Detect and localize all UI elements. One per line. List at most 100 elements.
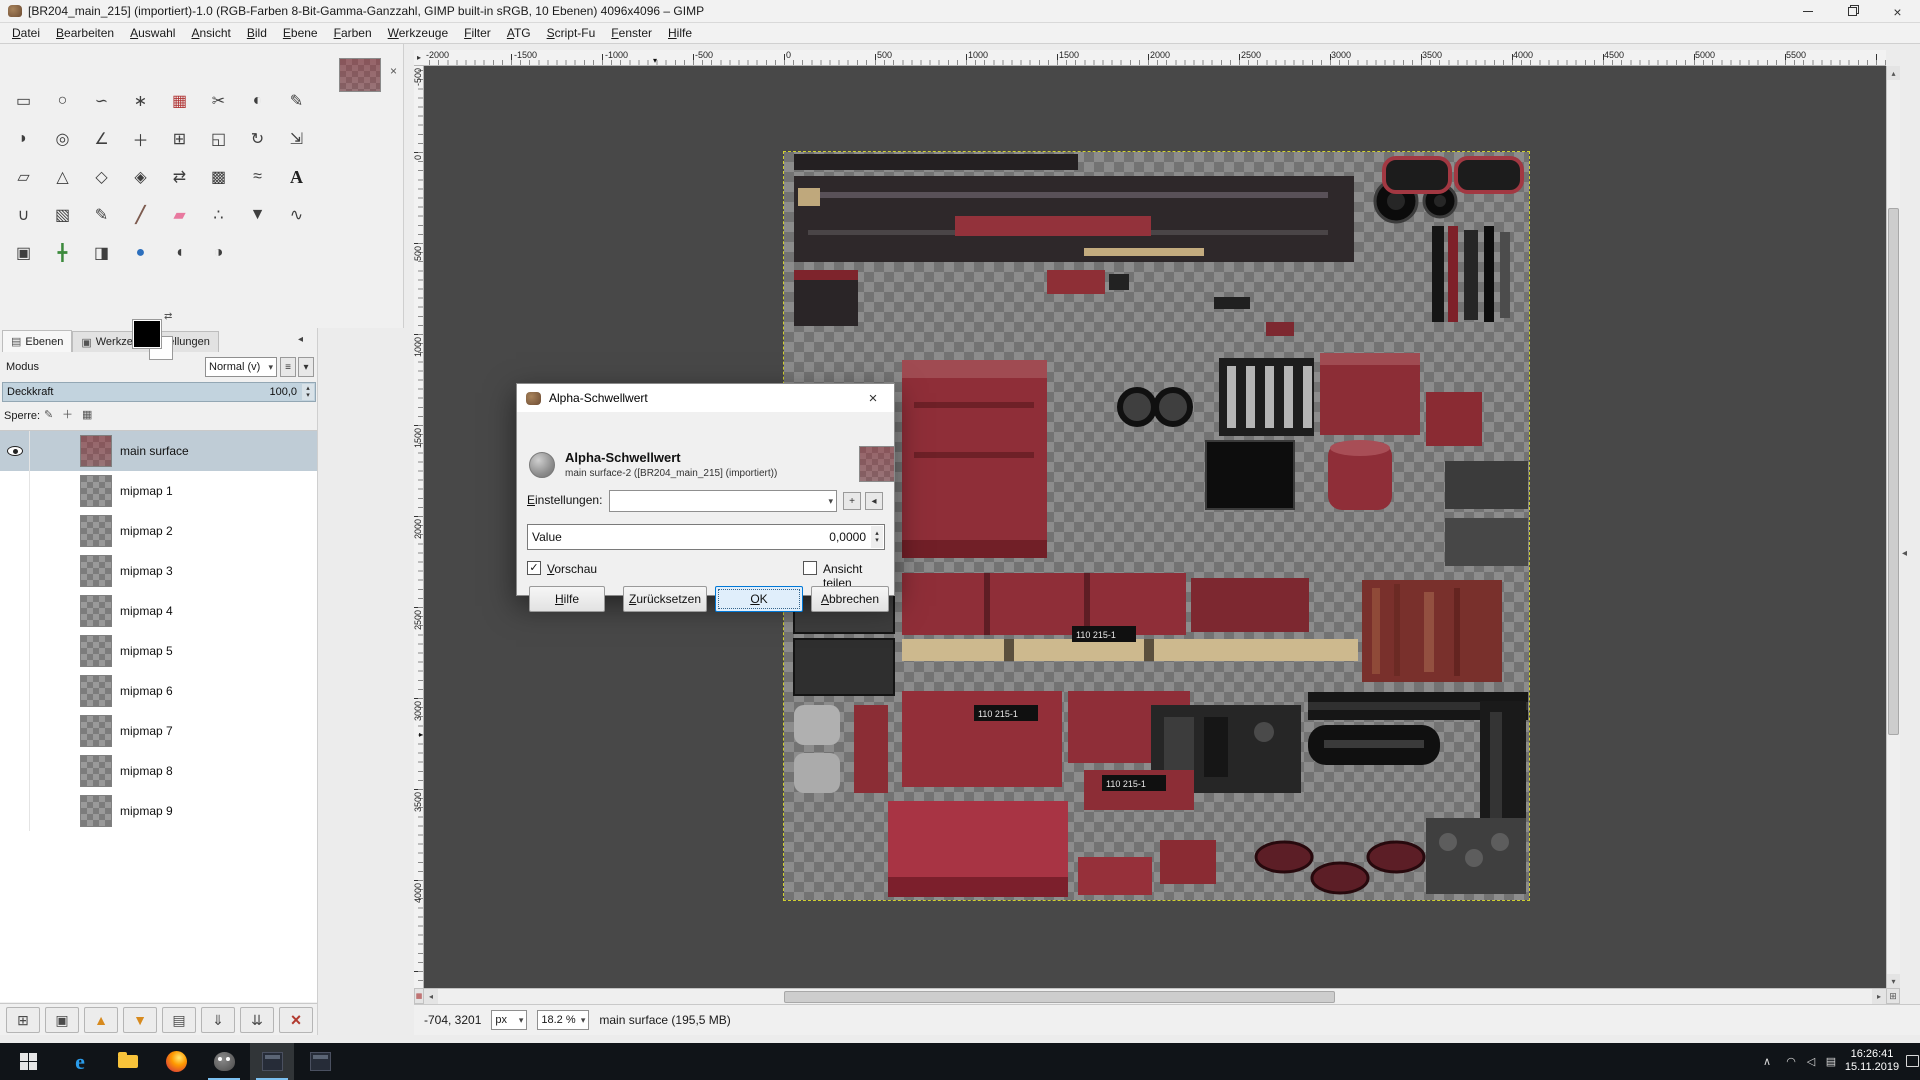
lock-pixels-icon[interactable]: ✎ — [44, 410, 53, 420]
tray-input-icon[interactable]: ▤ — [1822, 1043, 1840, 1080]
tool-perspective[interactable]: △ — [43, 158, 82, 196]
tool-eraser[interactable]: ▰ — [160, 196, 199, 234]
mode-dropdown-button[interactable]: ▾ — [298, 357, 314, 377]
menu-fenster[interactable]: Fenster — [603, 24, 660, 42]
tool-scale[interactable]: ⇲ — [277, 120, 316, 158]
dialog-title-bar[interactable]: Alpha-Schwellwert — [517, 384, 894, 412]
tool-rotate[interactable]: ↻ — [238, 120, 277, 158]
layer-visibility-toggle[interactable] — [0, 791, 30, 831]
settings-combo[interactable]: ▾ — [609, 490, 837, 512]
notification-center-icon[interactable] — [1906, 1055, 1919, 1067]
tool-zoom[interactable]: ◎ — [43, 120, 82, 158]
swap-colors-icon[interactable]: ⇄ — [164, 312, 172, 322]
dock-collapse-right-icon[interactable]: ◂ — [1902, 548, 1907, 559]
maximize-button[interactable] — [1830, 0, 1875, 23]
layer-visibility-toggle[interactable] — [0, 471, 30, 511]
tool-cage-transform[interactable]: ▩ — [199, 158, 238, 196]
layer-visibility-toggle[interactable] — [0, 511, 30, 551]
raise-layer-button[interactable]: ▲ — [84, 1007, 118, 1033]
layer-row-mipmap-7[interactable]: mipmap 7 — [0, 711, 317, 751]
scroll-right-icon[interactable]: ▸ — [1872, 989, 1886, 1004]
tool-gradient[interactable]: ▧ — [43, 196, 82, 234]
tool-shear[interactable]: ▱ — [4, 158, 43, 196]
tool-color-picker[interactable]: ◗ — [4, 120, 43, 158]
layer-row-mipmap-3[interactable]: mipmap 3 — [0, 551, 317, 591]
tray-volume-icon[interactable]: ◁ — [1802, 1043, 1820, 1080]
tool-ink[interactable]: ▼ — [238, 196, 277, 234]
tool-pencil[interactable]: ✎ — [82, 196, 121, 234]
value-spinscale[interactable]: Value 0,0000 ▴▾ — [527, 524, 885, 550]
tool-crop[interactable]: ◱ — [199, 120, 238, 158]
zoom-combo[interactable]: 18.2 % ▾ — [537, 1010, 589, 1030]
horizontal-ruler[interactable]: -2000 -1500 -1000 -500 0 500 1000 1500 2… — [424, 50, 1886, 66]
layer-visibility-toggle[interactable] — [0, 711, 30, 751]
tray-chevron-icon[interactable]: ∧ — [1758, 1043, 1776, 1080]
tool-paths[interactable]: ✎ — [277, 82, 316, 120]
anchor-layer-button[interactable]: ⇓ — [201, 1007, 235, 1033]
scroll-up-icon[interactable]: ▴ — [1887, 66, 1900, 80]
lock-alpha-icon[interactable]: ▦ — [82, 410, 92, 420]
tool-handle-transform[interactable]: ◈ — [121, 158, 160, 196]
tool-paintbrush[interactable]: ╱ — [121, 196, 160, 234]
tool-fuzzy-select[interactable]: ∗ — [121, 82, 160, 120]
tool-ellipse-select[interactable]: ○ — [43, 82, 82, 120]
menu-werkzeuge[interactable]: Werkzeuge — [380, 24, 456, 42]
image-thumbnail[interactable] — [339, 58, 381, 92]
taskbar-explorer-button[interactable] — [106, 1043, 150, 1080]
menu-filter[interactable]: Filter — [456, 24, 499, 42]
help-button[interactable]: Hilfe — [529, 586, 605, 612]
start-button[interactable] — [6, 1043, 50, 1080]
menu-atg[interactable]: ATG — [499, 24, 539, 42]
merge-down-button[interactable]: ⇊ — [240, 1007, 274, 1033]
taskbar-clock[interactable]: 16:26:41 15.11.2019 — [1840, 1048, 1904, 1074]
tool-unified-transform[interactable]: ◇ — [82, 158, 121, 196]
unit-combo[interactable]: px ▾ — [491, 1010, 527, 1030]
layer-visibility-toggle[interactable] — [0, 671, 30, 711]
menu-hilfe[interactable]: Hilfe — [660, 24, 700, 42]
menu-auswahl[interactable]: Auswahl — [122, 24, 183, 42]
close-button[interactable]: × — [1875, 0, 1920, 23]
layer-visibility-toggle[interactable] — [0, 631, 30, 671]
value-field[interactable]: 0,0000 — [829, 530, 866, 544]
menu-bild[interactable]: Bild — [239, 24, 275, 42]
horizontal-scroll-thumb[interactable] — [784, 991, 1335, 1003]
layer-mode-combo[interactable]: Normal (v) ▾ — [205, 357, 277, 377]
split-view-checkbox[interactable] — [803, 561, 817, 575]
opacity-spinner[interactable]: ▴▾ — [302, 384, 314, 400]
tool-scissors-select[interactable]: ✂ — [199, 82, 238, 120]
layer-row-mipmap-5[interactable]: mipmap 5 — [0, 631, 317, 671]
tool-blur-sharpen[interactable]: ● — [121, 234, 160, 272]
cancel-button[interactable]: Abbrechen — [811, 586, 889, 612]
layer-visibility-toggle[interactable] — [0, 431, 30, 471]
tool-align[interactable]: ⊞ — [160, 120, 199, 158]
tool-bucket-fill[interactable]: ∪ — [4, 196, 43, 234]
layer-visibility-toggle[interactable] — [0, 751, 30, 791]
menu-farben[interactable]: Farben — [326, 24, 380, 42]
taskbar-firefox-button[interactable] — [154, 1043, 198, 1080]
menu-ansicht[interactable]: Ansicht — [183, 24, 238, 42]
layer-row-mipmap-9[interactable]: mipmap 9 — [0, 791, 317, 831]
tool-mypaint-brush[interactable]: ∿ — [277, 196, 316, 234]
duplicate-layer-button[interactable]: ▤ — [162, 1007, 196, 1033]
scroll-left-icon[interactable]: ◂ — [424, 989, 438, 1004]
delete-layer-button[interactable]: × — [279, 1007, 313, 1033]
tab-ebenen[interactable]: ▤ Ebenen — [2, 330, 72, 352]
new-layer-button[interactable]: ⊞ — [6, 1007, 40, 1033]
tool-flip[interactable]: ⇄ — [160, 158, 199, 196]
quickmask-toggle[interactable]: ▦ — [414, 988, 424, 1004]
vertical-scrollbar[interactable]: ▴ ▾ — [1886, 66, 1900, 988]
menu-bearbeiten[interactable]: Bearbeiten — [48, 24, 122, 42]
foreground-color-swatch[interactable] — [133, 320, 161, 348]
new-group-button[interactable]: ▣ — [45, 1007, 79, 1033]
reset-button[interactable]: Zurücksetzen — [623, 586, 707, 612]
lock-position-icon[interactable]: ＋ — [62, 410, 73, 420]
opacity-slider[interactable]: Deckkraft 100,0 ▴▾ — [2, 382, 316, 402]
tool-airbrush[interactable]: ∴ — [199, 196, 238, 234]
menu-ebene[interactable]: Ebene — [275, 24, 326, 42]
layer-visibility-toggle[interactable] — [0, 551, 30, 591]
mode-options-button[interactable]: ≡ — [280, 357, 296, 377]
taskbar-app-button[interactable] — [298, 1043, 342, 1080]
layer-visibility-toggle[interactable] — [0, 591, 30, 631]
ok-button[interactable]: OK — [715, 586, 803, 612]
tool-select-by-color[interactable]: ▦ — [160, 82, 199, 120]
